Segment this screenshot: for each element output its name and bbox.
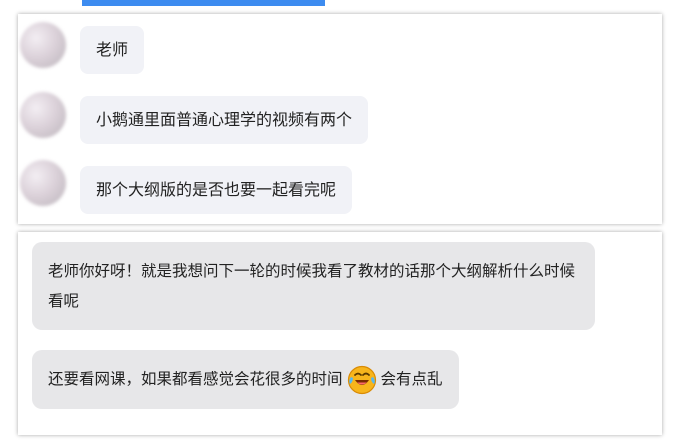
chat-panel-top: 老师 小鹅通里面普通心理学的视频有两个 那个大纲版的是否也要一起看完呢 <box>18 14 662 224</box>
message-text: 小鹅通里面普通心理学的视频有两个 <box>96 110 353 129</box>
message-bubble[interactable]: 老师你好呀！就是我想问下一轮的时候我看了教材的话那个大纲解析什么时候看呢 <box>32 242 595 330</box>
message-text: 会有点乱 <box>380 370 443 388</box>
avatar[interactable] <box>20 160 66 206</box>
message-text: 那个大纲版的是否也要一起看完呢 <box>96 180 337 199</box>
message-bubble[interactable]: 小鹅通里面普通心理学的视频有两个 <box>80 96 369 144</box>
avatar[interactable] <box>20 22 66 68</box>
message-text: 老师 <box>96 40 129 59</box>
message-bubble[interactable]: 老师 <box>80 26 145 74</box>
message-bubble[interactable]: 那个大纲版的是否也要一起看完呢 <box>80 166 353 214</box>
message-text: 老师你好呀！就是我想问下一轮的时候我看了教材的话那个大纲解析什么时候看呢 <box>48 262 576 310</box>
message-text: 还要看网课，如果都看感觉会花很多的时间 <box>48 370 343 388</box>
top-accent-bar <box>82 0 325 6</box>
laughing-tears-emoji-icon <box>347 365 377 395</box>
message-bubble[interactable]: 还要看网课，如果都看感觉会花很多的时间 会有点乱 <box>32 350 459 409</box>
avatar[interactable] <box>20 92 66 138</box>
chat-panel-bottom: 老师你好呀！就是我想问下一轮的时候我看了教材的话那个大纲解析什么时候看呢 还要看… <box>18 232 662 435</box>
